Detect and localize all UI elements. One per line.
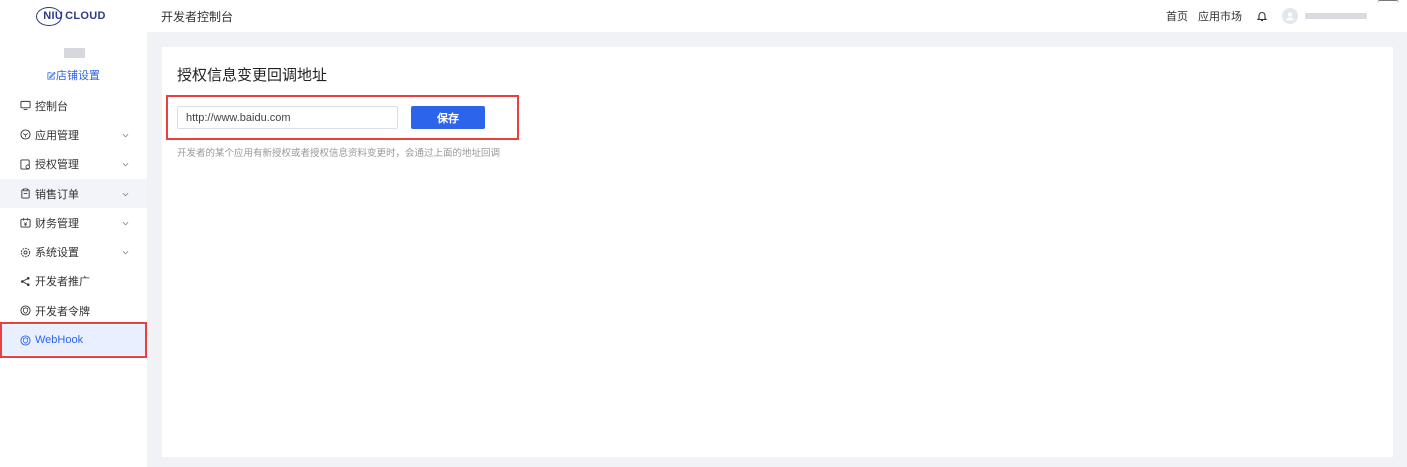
sidebar-item-label: 开发者令牌 [35,305,90,318]
logo-text-niu: NIU [43,10,64,22]
shop-avatar [64,48,85,58]
sidebar-item-console[interactable]: 控制台 [0,91,147,120]
app-box-icon [20,129,31,140]
callback-hint-text: 开发者的某个应用有新授权或者授权信息资料变更时，会通过上面的地址回调 [177,148,501,159]
username-blurred[interactable] [1305,13,1367,19]
authorize-icon [20,159,31,170]
sidebar-menu: 控制台 应用管理 授权管理 销售订单 财务管理 系统设置 开发者推广 开发者令牌… [0,91,147,355]
sidebar-item-label: 授权管理 [35,159,79,172]
sidebar-item-label: 应用管理 [35,129,79,142]
console-title: 开发者控制台 [161,9,234,24]
sidebar-item-authorization[interactable]: 授权管理 [0,150,147,179]
chevron-down-icon [122,251,129,255]
user-avatar-icon[interactable] [1282,8,1298,24]
finance-icon [20,218,31,228]
chevron-down-icon [122,192,129,196]
share-icon [21,276,30,286]
gear-icon [20,247,31,257]
sidebar-item-label: 开发者推广 [35,276,90,289]
corner-decoration [1377,0,1399,3]
sidebar-item-finance[interactable]: 财务管理 [0,208,147,237]
sidebar-item-app-management[interactable]: 应用管理 [0,120,147,149]
main-content-card: 授权信息变更回调地址 保存 开发者的某个应用有新授权或者授权信息资料变更时，会通… [162,47,1393,457]
home-link[interactable]: 首页 [1166,8,1188,24]
sidebar-item-developer-token[interactable]: 开发者令牌 [0,296,147,325]
logo-area[interactable]: NIU CLOUD [0,0,147,32]
top-right-nav: 首页 应用市场 [1156,0,1367,32]
bell-icon[interactable] [1256,10,1268,22]
top-bar: NIU CLOUD 开发者控制台 首页 应用市场 [0,0,1407,32]
shop-settings-link[interactable]: 店铺设置 [0,67,147,83]
sidebar-item-developer-promotion[interactable]: 开发者推广 [0,267,147,296]
edit-icon [47,71,56,80]
chevron-down-icon [122,133,129,138]
app-market-link[interactable]: 应用市场 [1198,8,1242,24]
sidebar-item-label: 财务管理 [35,217,79,230]
shop-settings-label: 店铺设置 [56,70,100,82]
monitor-icon [20,101,31,111]
sidebar-item-system-settings[interactable]: 系统设置 [0,237,147,266]
webhook-highlight-box [0,322,147,358]
niucloud-logo[interactable]: NIU CLOUD [36,7,106,26]
chevron-down-icon [122,221,129,226]
sidebar: 店铺设置 控制台 应用管理 授权管理 销售订单 财务管理 系统设置 开发者推广 … [0,32,147,467]
shield-icon [20,305,31,316]
sidebar-item-sales-orders[interactable]: 销售订单 [0,178,147,209]
page-title: 授权信息变更回调地址 [177,67,328,84]
sidebar-item-label: 销售订单 [35,188,79,201]
sidebar-item-label: 控制台 [35,100,68,113]
sidebar-item-label: 系统设置 [35,247,79,260]
form-highlight-box [166,95,519,140]
clipboard-icon [21,188,30,199]
logo-text-cloud: CLOUD [65,10,106,22]
chevron-down-icon [122,163,129,167]
